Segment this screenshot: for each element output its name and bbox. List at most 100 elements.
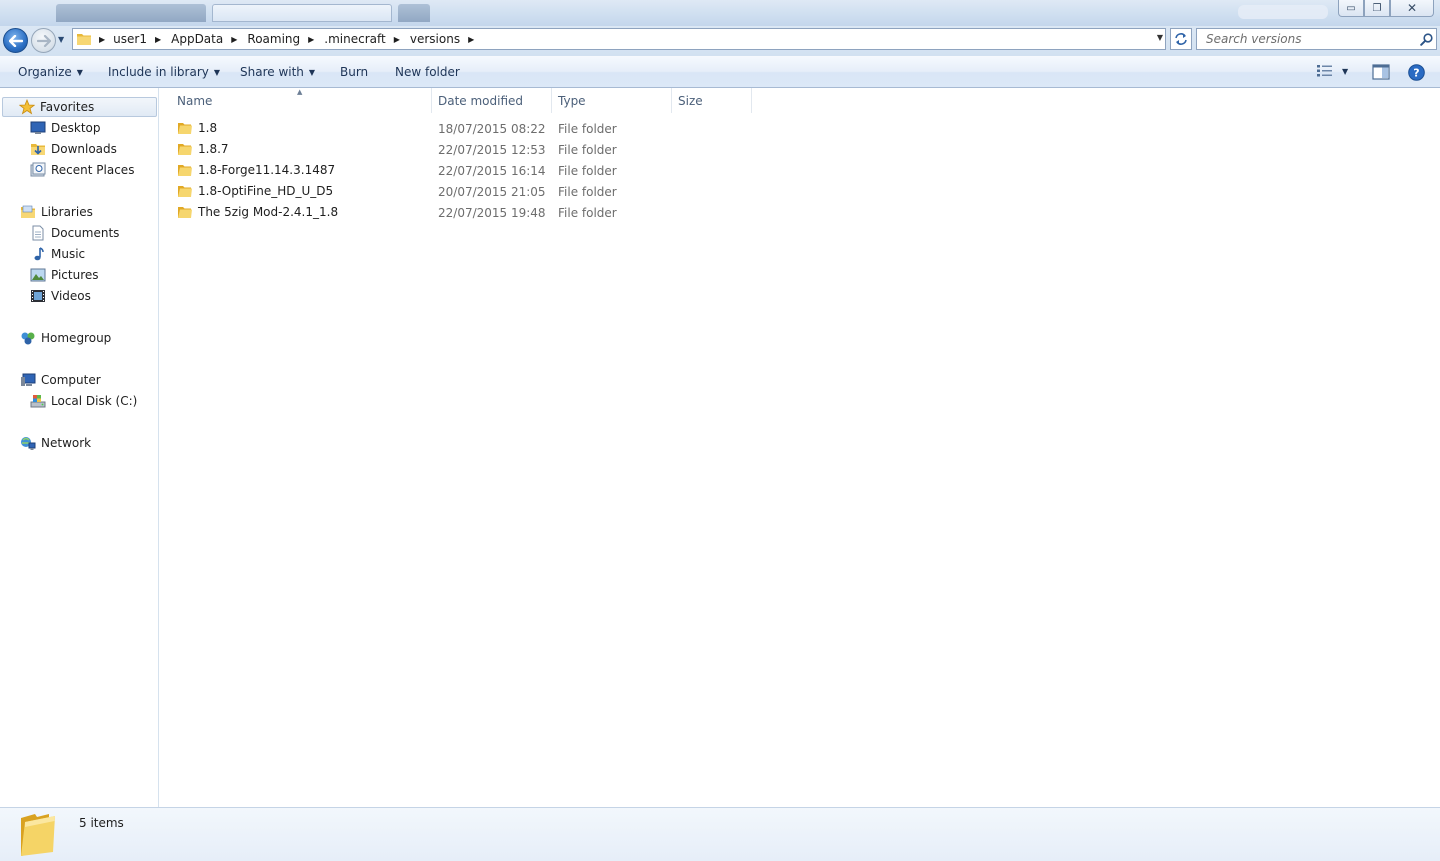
active-window-tab[interactable]	[212, 4, 392, 22]
sidebar-item-libraries[interactable]: Libraries	[20, 202, 93, 222]
file-name: 1.8-OptiFine_HD_U_D5	[198, 184, 334, 198]
sidebar-item-desktop[interactable]: Desktop	[30, 118, 101, 138]
file-type: File folder	[558, 185, 617, 199]
sidebar-item-documents[interactable]: Documents	[30, 223, 119, 243]
minimize-button[interactable]: ▭	[1338, 0, 1364, 17]
breadcrumb-user1[interactable]: user1	[113, 32, 147, 46]
file-type: File folder	[558, 143, 617, 157]
sidebar-item-label: Network	[41, 436, 92, 450]
sidebar-item-pictures[interactable]: Pictures	[30, 265, 99, 285]
sidebar-item-music[interactable]: Music	[30, 244, 85, 264]
libraries-icon	[20, 204, 36, 220]
column-header-label: Size	[678, 93, 703, 108]
file-name: 1.8	[198, 121, 218, 135]
sidebar-item-videos[interactable]: Videos	[30, 286, 91, 306]
maximize-button[interactable]: ❐	[1364, 0, 1390, 17]
change-view-button[interactable]	[1316, 64, 1334, 78]
file-date: 20/07/2015 21:05	[438, 185, 546, 199]
table-row[interactable]: 1.8 18/07/2015 08:22 File folder	[160, 119, 760, 140]
table-row[interactable]: 1.8.7 22/07/2015 12:53 File folder	[160, 140, 760, 161]
desktop-icon	[30, 120, 46, 136]
sidebar-item-local-disk[interactable]: Local Disk (C:)	[30, 391, 137, 411]
address-bar[interactable]: ▶ user1 ▶ AppData ▶ Roaming ▶ .minecraft…	[72, 28, 1166, 50]
item-count: 5 items	[79, 816, 124, 830]
sidebar-item-favorites[interactable]: Favorites	[2, 97, 157, 117]
table-row[interactable]: 1.8-OptiFine_HD_U_D5 20/07/2015 21:05 Fi…	[160, 182, 760, 203]
sidebar-item-computer[interactable]: Computer	[20, 370, 101, 390]
details-pane: 5 items	[0, 807, 1440, 861]
refresh-icon	[1175, 33, 1187, 45]
breadcrumb-versions[interactable]: versions	[410, 32, 460, 46]
sidebar-item-homegroup[interactable]: Homegroup	[20, 328, 111, 348]
address-row: ▼ ▶ user1 ▶ AppData ▶ Roaming ▶ .minecra…	[0, 26, 1440, 56]
back-button[interactable]	[3, 28, 28, 53]
search-box[interactable]	[1196, 28, 1437, 50]
sidebar-item-label: Libraries	[41, 205, 93, 219]
organize-label: Organize	[18, 65, 72, 79]
view-options-dropdown[interactable]: ▼	[1342, 67, 1348, 76]
sidebar-item-network[interactable]: Network	[20, 433, 91, 453]
background-window-tab[interactable]	[398, 4, 430, 22]
sort-ascending-icon: ▲	[297, 88, 303, 96]
share-with-button[interactable]: Share with ▼	[240, 65, 315, 79]
preview-pane-icon	[1372, 64, 1390, 80]
breadcrumb-separator-icon[interactable]: ▶	[308, 35, 314, 44]
music-icon	[30, 246, 46, 262]
file-type: File folder	[558, 122, 617, 136]
star-icon	[19, 99, 35, 115]
share-with-label: Share with	[240, 65, 304, 79]
sidebar-item-downloads[interactable]: Downloads	[30, 139, 117, 159]
command-bar: Organize ▼ Include in library ▼ Share wi…	[0, 56, 1440, 88]
local-disk-icon	[30, 393, 46, 409]
refresh-button[interactable]	[1170, 28, 1192, 50]
table-row[interactable]: 1.8-Forge11.14.3.1487 22/07/2015 16:14 F…	[160, 161, 760, 182]
back-arrow-icon	[8, 34, 23, 47]
search-icon[interactable]	[1416, 32, 1436, 46]
folder-icon	[21, 814, 55, 856]
network-icon	[20, 435, 36, 451]
sidebar-item-label: Videos	[51, 289, 91, 303]
folder-icon	[178, 165, 192, 176]
forward-button[interactable]	[31, 28, 56, 53]
burn-button[interactable]: Burn	[340, 65, 368, 79]
table-row[interactable]: The 5zig Mod-2.4.1_1.8 22/07/2015 19:48 …	[160, 203, 760, 224]
sidebar-item-recent-places[interactable]: Recent Places	[30, 160, 134, 180]
breadcrumb-separator-icon[interactable]: ▶	[231, 35, 237, 44]
column-header-size[interactable]: Size	[672, 88, 752, 113]
file-type: File folder	[558, 164, 617, 178]
sidebar-item-label: Pictures	[51, 268, 99, 282]
chevron-down-icon: ▼	[308, 67, 316, 77]
new-folder-button[interactable]: New folder	[395, 65, 460, 79]
breadcrumb-separator-icon[interactable]: ▶	[468, 35, 474, 44]
sidebar-item-label: Downloads	[51, 142, 117, 156]
column-header-type[interactable]: Type	[552, 88, 672, 113]
breadcrumb-minecraft[interactable]: .minecraft	[324, 32, 385, 46]
column-header-date-modified[interactable]: Date modified	[432, 88, 552, 113]
folder-icon	[73, 29, 95, 49]
organize-button[interactable]: Organize ▼	[18, 65, 83, 79]
recent-pages-dropdown[interactable]: ▼	[58, 35, 64, 44]
preview-pane-button[interactable]	[1372, 64, 1390, 80]
breadcrumb-appdata[interactable]: AppData	[171, 32, 223, 46]
breadcrumb-separator-icon[interactable]: ▶	[99, 35, 105, 44]
file-date: 18/07/2015 08:22	[438, 122, 546, 136]
address-history-dropdown[interactable]: ▼	[1157, 33, 1163, 42]
breadcrumb-separator-icon[interactable]: ▶	[155, 35, 161, 44]
file-type: File folder	[558, 206, 617, 220]
sidebar-item-label: Favorites	[40, 100, 95, 114]
details-view-icon	[1317, 65, 1332, 77]
file-list: Name ▲ Date modified Type Size 1.8 18/07…	[160, 88, 1440, 807]
background-window-tab[interactable]	[56, 4, 206, 22]
include-in-library-button[interactable]: Include in library ▼	[108, 65, 220, 79]
homegroup-icon	[20, 330, 36, 346]
breadcrumb-roaming[interactable]: Roaming	[247, 32, 300, 46]
title-bar: ▭ ❐ ✕	[0, 0, 1440, 26]
sidebar-item-label: Desktop	[51, 121, 101, 135]
file-date: 22/07/2015 12:53	[438, 143, 546, 157]
breadcrumb-separator-icon[interactable]: ▶	[394, 35, 400, 44]
close-button[interactable]: ✕	[1390, 0, 1434, 17]
column-header-label: Type	[558, 93, 586, 108]
new-folder-label: New folder	[395, 65, 460, 79]
help-button[interactable]: ?	[1408, 64, 1425, 81]
search-input[interactable]	[1197, 32, 1416, 46]
